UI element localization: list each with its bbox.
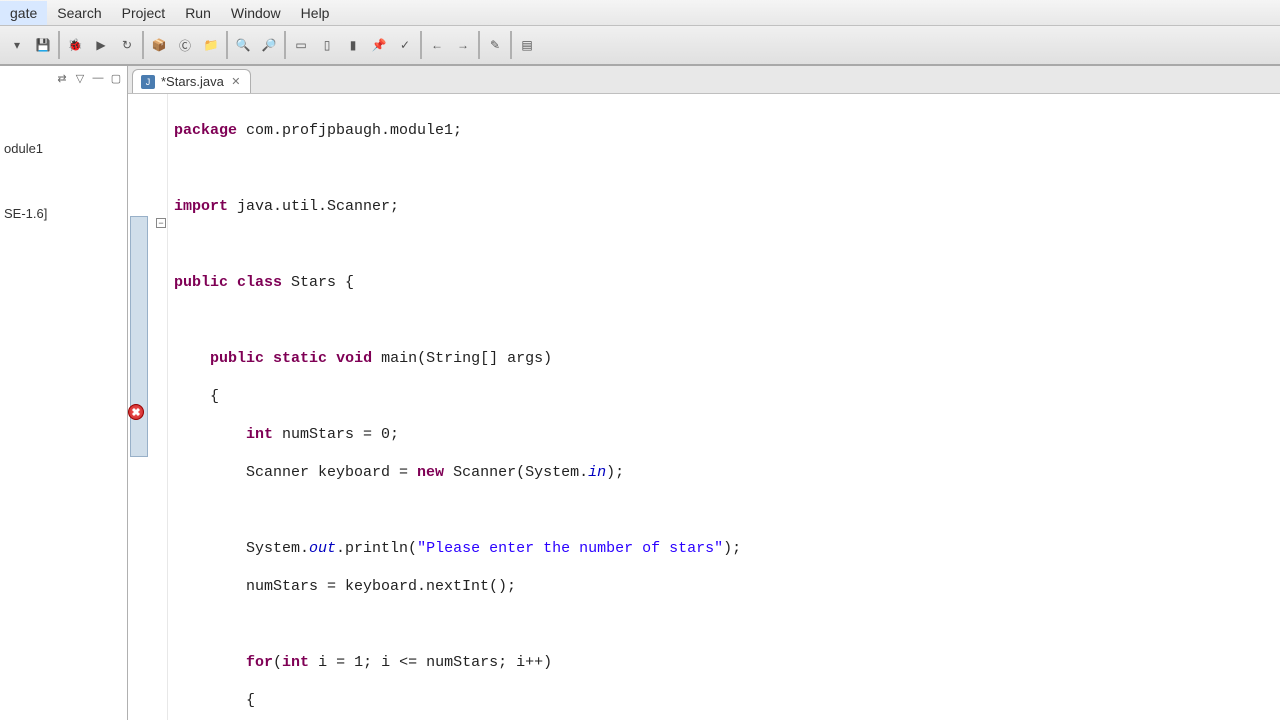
task-icon[interactable]: ✓	[393, 33, 417, 57]
code-line: int numStars = 0;	[174, 425, 1280, 444]
refresh-icon[interactable]: ↻	[115, 33, 139, 57]
tree-node-jre[interactable]: SE-1.6]	[4, 205, 123, 222]
code-line: for(int i = 1; i <= numStars; i++)	[174, 653, 1280, 672]
back-icon[interactable]: ←	[425, 33, 449, 57]
menu-help[interactable]: Help	[291, 1, 340, 25]
code-line: System.out.println("Please enter the num…	[174, 539, 1280, 558]
java-file-icon: J	[141, 75, 155, 89]
perspective-icon[interactable]: ▤	[515, 33, 539, 57]
code-line	[174, 501, 1280, 520]
separator	[478, 31, 480, 59]
code-line	[174, 235, 1280, 254]
new-dropdown-icon[interactable]: ▾	[5, 33, 29, 57]
last-edit-icon[interactable]: ✎	[483, 33, 507, 57]
code-line	[174, 159, 1280, 178]
separator	[226, 31, 228, 59]
debug-icon[interactable]: 🐞	[63, 33, 87, 57]
menu-bar: gate Search Project Run Window Help	[0, 0, 1280, 26]
separator	[284, 31, 286, 59]
new-package-icon[interactable]: 📦	[147, 33, 171, 57]
menu-run[interactable]: Run	[175, 1, 221, 25]
separator	[510, 31, 512, 59]
menu-project[interactable]: Project	[112, 1, 176, 25]
code-line: Scanner keyboard = new Scanner(System.in…	[174, 463, 1280, 482]
code-line: public class Stars {	[174, 273, 1280, 292]
tab-label: *Stars.java	[161, 74, 224, 89]
code-line: numStars = keyboard.nextInt();	[174, 577, 1280, 596]
menu-search[interactable]: Search	[47, 1, 111, 25]
tab-stars-java[interactable]: J *Stars.java ✕	[132, 69, 251, 93]
link-editor-icon[interactable]: ⇄	[55, 71, 69, 85]
annotation-icon[interactable]: ▮	[341, 33, 365, 57]
view-menu-icon[interactable]: ▽	[73, 71, 87, 85]
editor-tabbar: J *Stars.java ✕	[128, 66, 1280, 94]
pin-icon[interactable]: 📌	[367, 33, 391, 57]
forward-icon[interactable]: →	[451, 33, 475, 57]
open-type-icon[interactable]: 🔍	[231, 33, 255, 57]
sidebar-tree[interactable]: odule1 SE-1.6]	[0, 90, 127, 224]
sidebar-header: ⇄ ▽ — ▢	[0, 66, 127, 90]
code-line: {	[174, 691, 1280, 710]
editor-area: J *Stars.java ✕ − ✖ package com.profjpba…	[128, 66, 1280, 720]
close-icon[interactable]: ✕	[230, 76, 242, 88]
toggle-breadcrumb-icon[interactable]: ▭	[289, 33, 313, 57]
separator	[142, 31, 144, 59]
code-editor[interactable]: package com.profjpbaugh.module1; import …	[168, 94, 1280, 720]
code-line: import java.util.Scanner;	[174, 197, 1280, 216]
main-area: ⇄ ▽ — ▢ odule1 SE-1.6] J *Stars.java ✕ −…	[0, 66, 1280, 720]
tree-node-module[interactable]: odule1	[4, 140, 123, 157]
code-line: public static void main(String[] args)	[174, 349, 1280, 368]
toggle-mark-icon[interactable]: ▯	[315, 33, 339, 57]
editor-gutter[interactable]: − ✖	[128, 94, 168, 720]
fold-region-main[interactable]	[130, 216, 148, 457]
code-line: {	[174, 387, 1280, 406]
menu-navigate[interactable]: gate	[0, 1, 47, 25]
package-explorer[interactable]: ⇄ ▽ — ▢ odule1 SE-1.6]	[0, 66, 128, 720]
minimize-icon[interactable]: —	[91, 71, 105, 85]
menu-window[interactable]: Window	[221, 1, 291, 25]
maximize-icon[interactable]: ▢	[109, 71, 123, 85]
toolbar: ▾ 💾 🐞 ▶ ↻ 📦 Ⓒ 📁 🔍 🔎 ▭ ▯ ▮ 📌 ✓ ← → ✎ ▤	[0, 26, 1280, 66]
new-folder-icon[interactable]: 📁	[199, 33, 223, 57]
error-marker-icon[interactable]: ✖	[128, 404, 144, 420]
search-icon[interactable]: 🔎	[257, 33, 281, 57]
code-line	[174, 311, 1280, 330]
separator	[58, 31, 60, 59]
save-icon[interactable]: 💾	[31, 33, 55, 57]
editor-body: − ✖ package com.profjpbaugh.module1; imp…	[128, 94, 1280, 720]
new-class-icon[interactable]: Ⓒ	[173, 33, 197, 57]
collapse-toggle[interactable]: −	[156, 218, 166, 228]
code-line	[174, 615, 1280, 634]
run-icon[interactable]: ▶	[89, 33, 113, 57]
separator	[420, 31, 422, 59]
code-line: package com.profjpbaugh.module1;	[174, 121, 1280, 140]
